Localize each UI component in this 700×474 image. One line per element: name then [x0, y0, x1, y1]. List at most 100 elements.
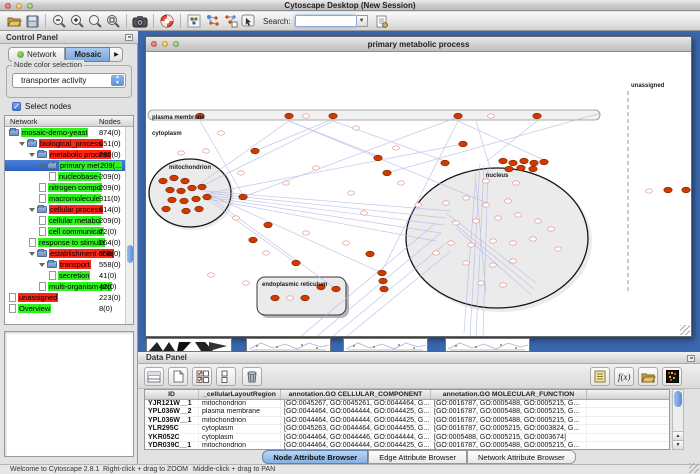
attribute-batch-editor-button[interactable] [590, 367, 610, 386]
folder-icon [37, 151, 47, 158]
disclosure-triangle-icon[interactable] [29, 208, 35, 212]
tab-network-attribute-browser[interactable]: Network Attribute Browser [467, 450, 576, 464]
select-attributes-button[interactable] [144, 367, 164, 386]
table-row[interactable]: YLR295Ccytoplasm[GO:0045263, GO:0044464,… [145, 425, 669, 433]
destroy-network-button[interactable] [185, 13, 203, 29]
unselect-all-attributes-button[interactable] [216, 367, 236, 386]
search-input[interactable] [295, 15, 357, 27]
table-cell: cytoplasm [199, 434, 281, 441]
app-resize-grip[interactable] [689, 463, 699, 473]
advanced-search-button[interactable] [373, 13, 391, 29]
main-toolbar: Search: ▼ [0, 12, 700, 31]
background-window-sliver[interactable] [246, 338, 331, 352]
node-color-dropdown[interactable]: transporter activity ▲▼ [12, 73, 126, 88]
tree-row[interactable]: metabolic process280(0) [5, 149, 133, 160]
tab-edge-attribute-browser[interactable]: Edge Attribute Browser [368, 450, 467, 464]
tree-row[interactable]: response to stimulu264(0) [5, 237, 133, 248]
table-row[interactable]: YPL036W__2plasma membrane[GO:0044464, GO… [145, 408, 669, 416]
tree-scrollbar[interactable] [125, 127, 133, 325]
zoom-in-button[interactable] [68, 13, 86, 29]
table-scrollbar[interactable]: ▲ ▼ [672, 389, 684, 450]
search-dropdown-button[interactable]: ▼ [357, 15, 368, 27]
zoom-fit-button[interactable] [104, 13, 122, 29]
column-header[interactable]: _cellularLayoutRegion [199, 390, 281, 399]
tree-row[interactable]: transport558(0) [5, 259, 133, 270]
folder-icon [37, 206, 47, 213]
attribute-table-header[interactable]: ID_cellularLayoutRegionannotation.GO CEL… [145, 390, 669, 400]
window-resize-grip[interactable] [680, 325, 690, 335]
tree-row[interactable]: nitrogen compo209(0) [5, 182, 133, 193]
network-graph[interactable]: plasma membranecytoplasmmitochondrionnuc… [146, 53, 691, 336]
table-cell: mitochondrion [199, 400, 281, 407]
table-scrollbar-thumb[interactable] [674, 391, 682, 407]
tree-row-label: transport [59, 260, 91, 269]
column-header[interactable]: annotation.GO CELLULAR_COMPONENT [281, 390, 431, 399]
scroll-down-button[interactable]: ▼ [673, 440, 683, 449]
compartment-label: mitochondrion [169, 165, 211, 171]
tree-row[interactable]: secretion41(0) [5, 270, 133, 281]
tree-row[interactable]: cell communicat22(0) [5, 226, 133, 237]
tree-scrollbar-thumb[interactable] [127, 245, 133, 263]
more-tabs-button[interactable]: ▶ [110, 47, 123, 62]
background-window-sliver[interactable] [343, 338, 428, 352]
tree-row[interactable]: establishment of lo558(0) [5, 248, 133, 259]
folder-icon [9, 129, 19, 136]
network-window-titlebar[interactable]: primary metabolic process [146, 37, 691, 52]
network-editor-button[interactable] [221, 13, 239, 29]
tree-row-label: cellular metabo [48, 216, 101, 225]
create-attribute-button[interactable] [168, 367, 188, 386]
tree-row[interactable]: nucleobase-209(0) [5, 171, 133, 182]
compartment-label: nucleus [486, 173, 509, 179]
open-file-button[interactable] [5, 13, 23, 29]
table-row[interactable]: YKR052Ccytoplasm[GO:0044464, GO:0044446,… [145, 434, 669, 442]
float-panel-icon[interactable] [125, 34, 133, 41]
scroll-up-button[interactable]: ▲ [673, 431, 683, 440]
tree-row[interactable]: cellular metabo209(0) [5, 215, 133, 226]
matrix-view-button[interactable] [662, 367, 682, 386]
float-panel-icon[interactable] [687, 355, 695, 362]
background-windows-strip[interactable] [138, 338, 700, 352]
background-window-sliver[interactable] [445, 338, 530, 352]
tree-row[interactable]: biological_process651(0) [5, 138, 133, 149]
import-attributes-button[interactable] [638, 367, 658, 386]
tree-row[interactable]: unassigned223(0) [5, 292, 133, 303]
status-zoom-hint: Right-click + drag to ZOOM [103, 466, 188, 473]
delete-attribute-button[interactable] [242, 367, 262, 386]
birdseye-view[interactable] [4, 331, 134, 457]
table-row[interactable]: YDR039C__1mitochondrion[GO:0044464, GO:0… [145, 442, 669, 450]
zoom-selected-button[interactable] [86, 13, 104, 29]
background-window-sliver[interactable] [146, 338, 232, 352]
file-icon [29, 238, 36, 247]
network-canvas[interactable]: plasma membranecytoplasmmitochondrionnuc… [146, 53, 691, 336]
network-tree-header[interactable]: Network Nodes [5, 116, 133, 127]
tree-row[interactable]: cellular process614(0) [5, 204, 133, 215]
tree-row[interactable]: multi-organism pro42(0) [5, 281, 133, 292]
disclosure-triangle-icon[interactable] [19, 142, 25, 146]
tree-row[interactable]: macromolecule311(0) [5, 193, 133, 204]
table-cell: cytoplasm [199, 425, 281, 432]
function-builder-button[interactable]: f(x) [614, 367, 634, 386]
tab-node-attribute-browser[interactable]: Node Attribute Browser [262, 450, 368, 464]
tree-row[interactable]: primary metabo209(... [5, 160, 133, 171]
select-mode-button[interactable] [239, 13, 257, 29]
column-header[interactable]: ID [145, 390, 199, 399]
disclosure-triangle-icon[interactable] [29, 153, 35, 157]
table-row[interactable]: YJR121W__1mitochondrion[GO:0045267, GO:0… [145, 400, 669, 408]
help-button[interactable] [158, 13, 176, 29]
select-all-attributes-button[interactable] [192, 367, 212, 386]
window-titlebar[interactable]: Cytoscape Desktop (New Session) [0, 0, 700, 11]
tree-row[interactable]: Overview8(0) [5, 303, 133, 314]
data-panel: Data Panel [138, 352, 700, 464]
column-header[interactable]: annotation.GO MOLECULAR_FUNCTION [431, 390, 587, 399]
disclosure-triangle-icon[interactable] [39, 164, 45, 168]
select-nodes-checkbox[interactable]: ✓ [12, 102, 21, 111]
snapshot-button[interactable] [131, 13, 149, 29]
disclosure-triangle-icon[interactable] [29, 252, 35, 256]
save-session-button[interactable] [23, 13, 41, 29]
disclosure-triangle-icon[interactable] [39, 263, 45, 267]
zoom-out-button[interactable] [50, 13, 68, 29]
network-view-window[interactable]: primary metabolic process plasma membran… [145, 36, 692, 337]
tree-row[interactable]: mosaic-demo-yeast874(0) [5, 127, 133, 138]
table-row[interactable]: YPL036W__1mitochondrion[GO:0044464, GO:0… [145, 417, 669, 425]
first-neighbors-button[interactable] [203, 13, 221, 29]
